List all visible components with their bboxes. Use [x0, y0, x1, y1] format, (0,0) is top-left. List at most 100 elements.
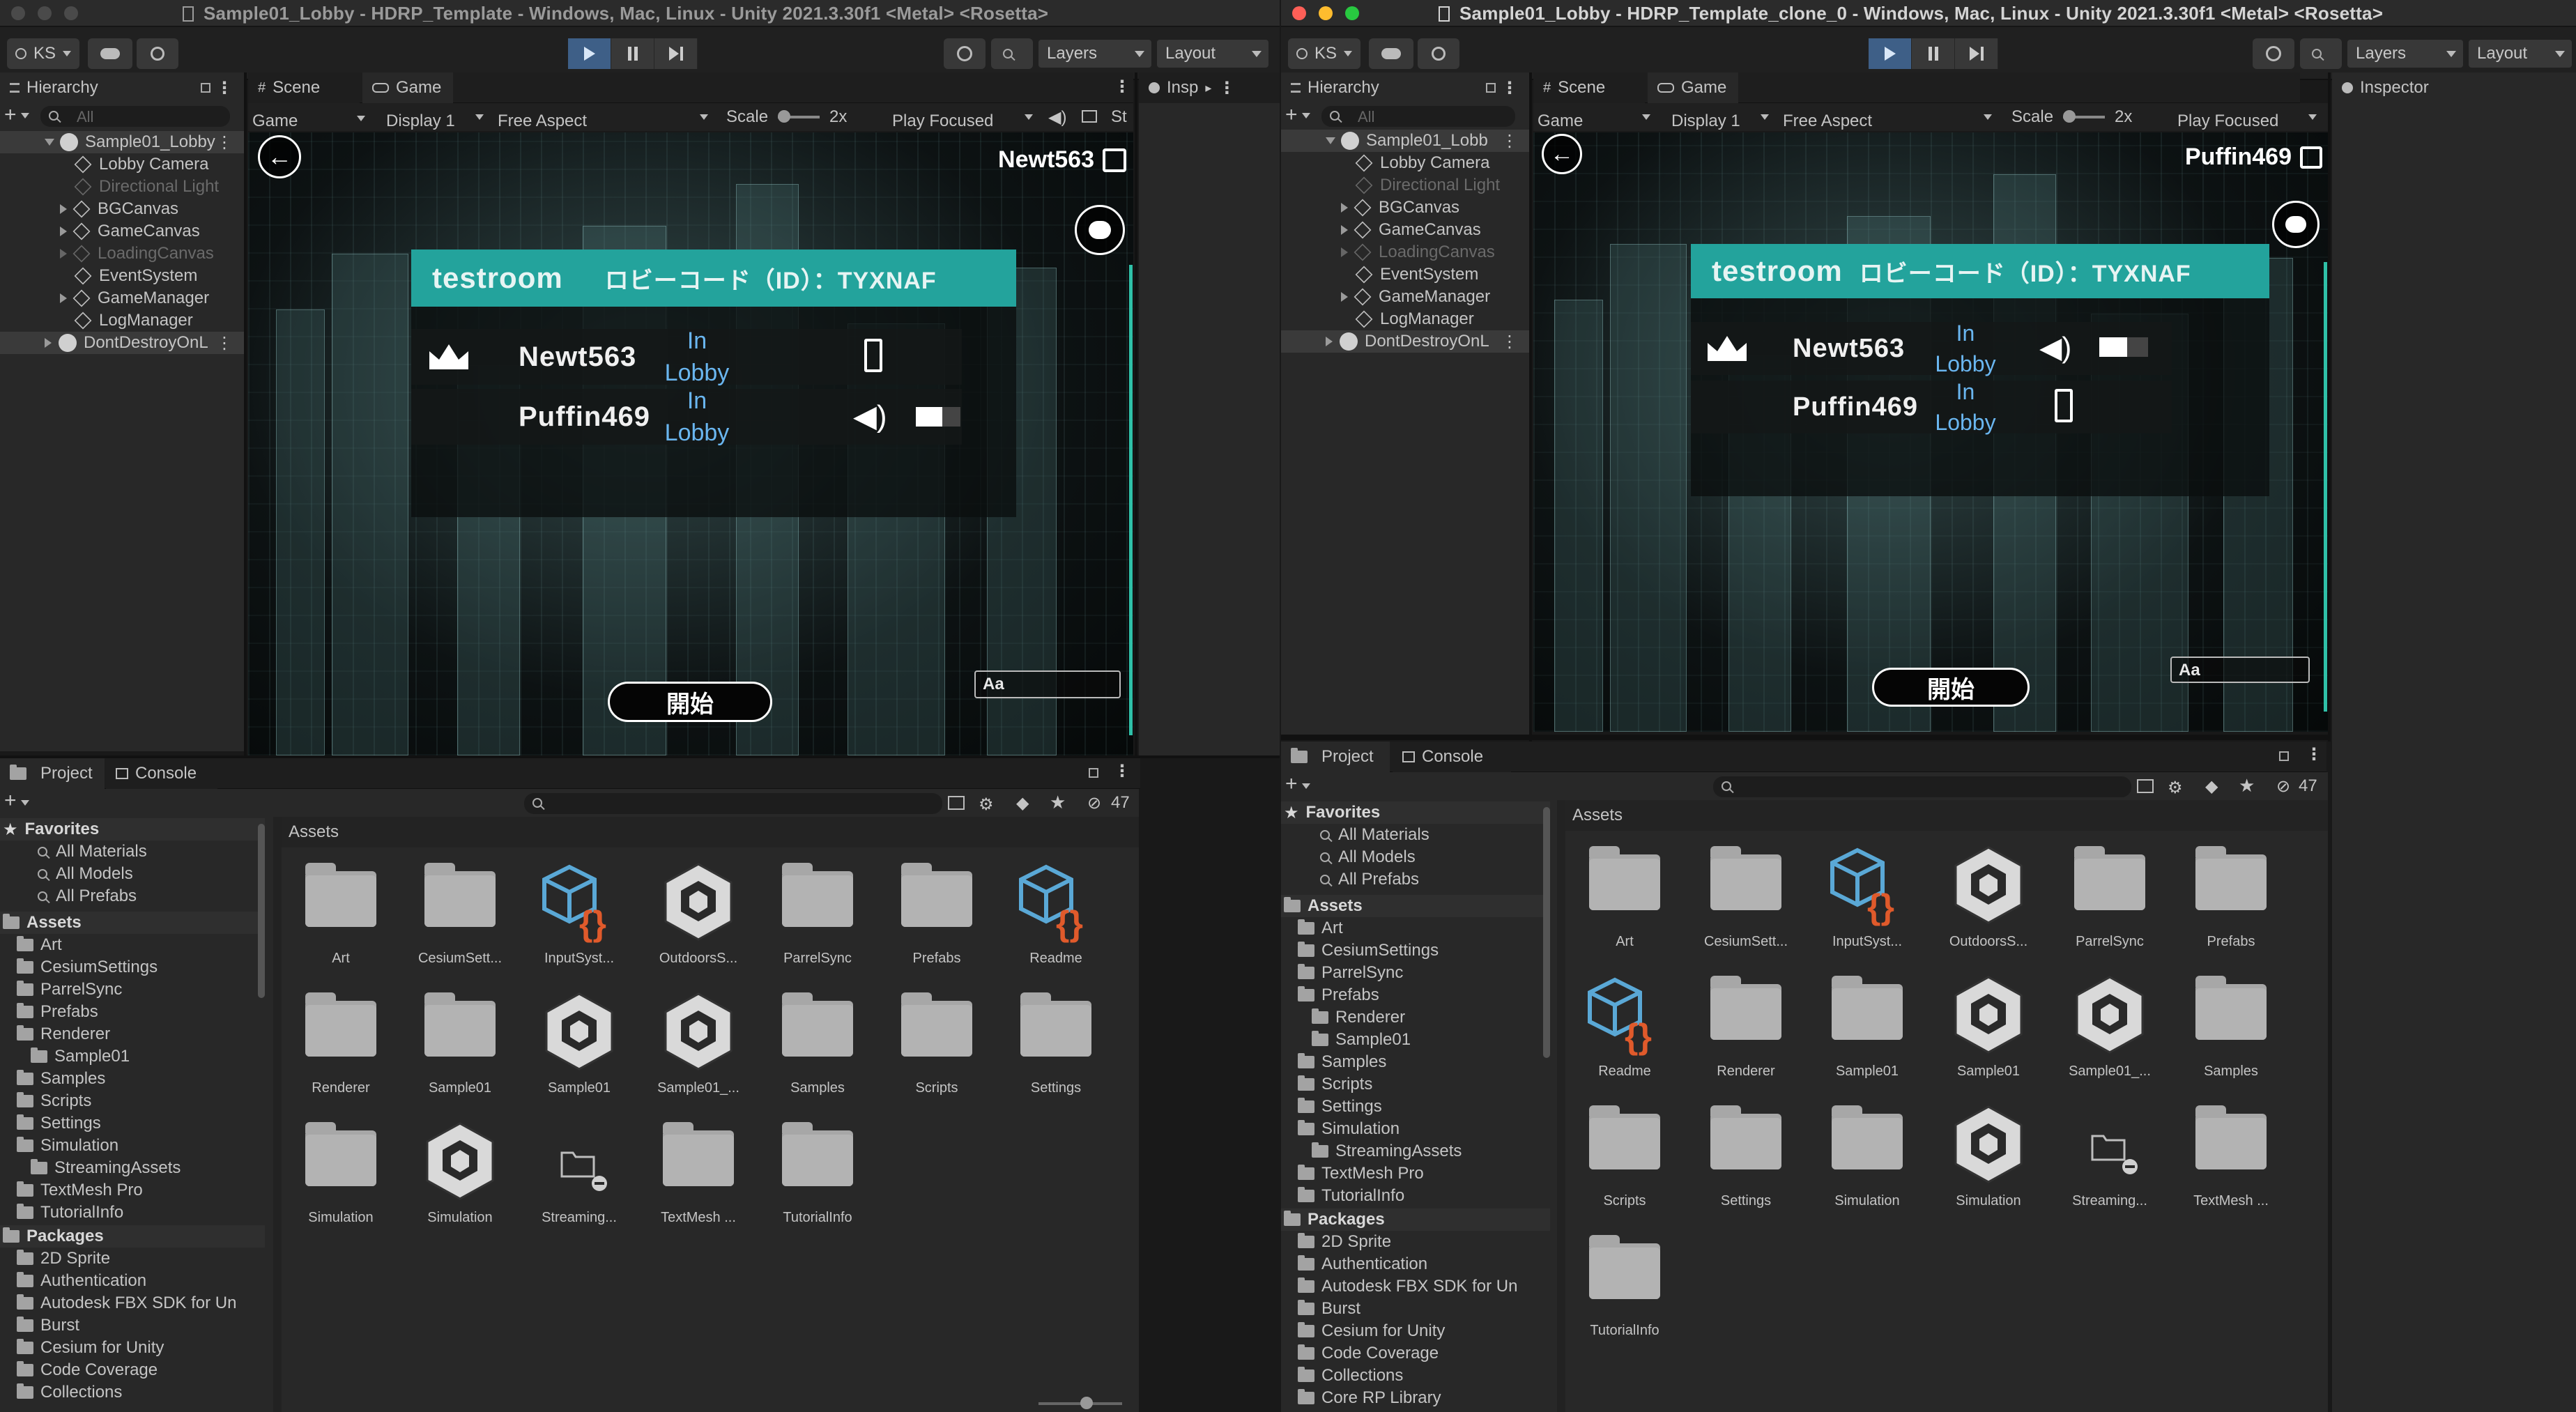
layers-dropdown[interactable]: Layers	[1038, 40, 1151, 68]
asset-item[interactable]: TextMesh ...	[2172, 1097, 2290, 1227]
tree-item[interactable]: Simulation	[0, 1135, 265, 1157]
tab-console[interactable]: Console	[106, 758, 217, 789]
layout-dropdown[interactable]: Layout	[1157, 40, 1268, 68]
chevron-down-icon[interactable]	[21, 800, 29, 806]
pause-button[interactable]	[611, 38, 654, 69]
hierarchy-scene-row[interactable]: Sample01_Lobby ⋮	[0, 131, 244, 153]
tree-item[interactable]: Collections	[0, 1381, 265, 1404]
asset-item[interactable]: Art	[1565, 838, 1684, 967]
label-icon[interactable]: ◆	[2205, 776, 2218, 797]
tree-item[interactable]: Simulation	[1281, 1118, 1550, 1140]
minimize-button[interactable]	[38, 6, 52, 20]
maximize-button[interactable]	[64, 6, 78, 20]
tree-item[interactable]: All Materials	[0, 841, 265, 863]
asset-item[interactable]: ParrelSync	[2050, 838, 2169, 967]
asset-item[interactable]: Simulation	[1929, 1097, 2048, 1227]
start-button[interactable]: 開始	[1872, 668, 2030, 707]
tree-item[interactable]: Authentication	[1281, 1253, 1550, 1275]
tree-item[interactable]: Burst	[1281, 1298, 1550, 1320]
back-button[interactable]: ←	[258, 135, 301, 178]
tree-scrollbar[interactable]	[258, 824, 265, 998]
volume-bar[interactable]	[2099, 337, 2148, 357]
hierarchy-item[interactable]: Lobby Camera	[1281, 152, 1529, 174]
hierarchy-item[interactable]: Lobby Camera	[0, 153, 244, 176]
pause-button[interactable]	[1912, 38, 1955, 69]
tree-item[interactable]: Renderer	[1281, 1006, 1550, 1029]
asset-item[interactable]: Scripts	[877, 984, 996, 1114]
more-menu-icon[interactable]: ⋮	[216, 78, 233, 98]
mute-audio-icon[interactable]: ◀)	[1048, 107, 1066, 128]
tree-item[interactable]: Code Coverage	[1281, 1342, 1550, 1365]
hierarchy-search-input[interactable]: All	[1321, 106, 1515, 127]
asset-item[interactable]: ParrelSync	[758, 854, 877, 984]
hierarchy-item[interactable]: LoadingCanvas	[1281, 241, 1529, 263]
asset-item[interactable]: TutorialInfo	[758, 1114, 877, 1243]
lock-icon[interactable]	[201, 83, 210, 93]
search-button[interactable]	[991, 38, 1033, 69]
hierarchy-dontdestroy-row[interactable]: DontDestroyOnL ⋮	[1281, 330, 1529, 353]
collab-button[interactable]	[137, 38, 178, 69]
expand-arrow-icon[interactable]	[60, 249, 67, 259]
asset-item[interactable]: CesiumSett...	[1687, 838, 1805, 967]
asset-item[interactable]: OutdoorsS...	[639, 854, 758, 984]
lock-icon[interactable]	[1486, 83, 1496, 93]
asset-item[interactable]: Streaming...	[520, 1114, 638, 1243]
maximize-button[interactable]	[1345, 6, 1359, 20]
search-button[interactable]	[2300, 38, 2342, 69]
chat-input[interactable]: Aa	[2170, 657, 2310, 683]
game-view[interactable]: ← Newt563 testroom ロビーコード（ID）：TYXNAF New…	[248, 132, 1133, 755]
hierarchy-item[interactable]: Directional Light	[1281, 174, 1529, 197]
more-menu-icon[interactable]: ⋮	[216, 333, 233, 353]
filter-icon[interactable]: ⚙	[2168, 778, 2183, 798]
layout-dropdown[interactable]: Layout	[2469, 40, 2572, 68]
start-button[interactable]: 開始	[608, 682, 772, 722]
expand-arrow-icon[interactable]	[45, 338, 52, 348]
asset-item[interactable]: Scripts	[1565, 1097, 1684, 1227]
game-view[interactable]: ← Puffin469 testroom ロビーコード（ID）：TYXNAF N…	[1533, 132, 2328, 732]
asset-item[interactable]: Samples	[2172, 967, 2290, 1097]
chevron-down-icon[interactable]	[1302, 783, 1310, 789]
tree-item[interactable]: Art	[1281, 917, 1550, 939]
tree-scrollbar[interactable]	[1543, 807, 1550, 1058]
more-menu-icon[interactable]: ⋮	[1501, 332, 1518, 352]
more-menu-icon[interactable]: ⋮	[1114, 77, 1130, 97]
star-icon[interactable]: ★	[2239, 775, 2255, 797]
collab-button[interactable]	[1418, 38, 1459, 69]
asset-item[interactable]: Samples	[758, 984, 877, 1114]
expand-arrow-icon[interactable]	[60, 204, 67, 214]
asset-item[interactable]: Sample01	[1808, 967, 1926, 1097]
expand-arrow-icon[interactable]	[45, 139, 54, 146]
asset-item[interactable]: Sample01	[1929, 967, 2048, 1097]
stats-button[interactable]: St	[1111, 107, 1127, 127]
more-menu-icon[interactable]: ⋮	[1501, 131, 1518, 151]
asset-item[interactable]: OutdoorsS...	[1929, 838, 2048, 967]
tab-hierarchy[interactable]: Hierarchy ⋮	[1281, 72, 1529, 103]
tree-item[interactable]: All Prefabs	[0, 885, 265, 907]
tree-item[interactable]: TutorialInfo	[1281, 1185, 1550, 1207]
tree-item[interactable]: Settings	[0, 1112, 265, 1135]
play-button[interactable]	[568, 38, 611, 69]
search-by-type-icon[interactable]	[948, 796, 965, 810]
play-button[interactable]	[1869, 38, 1912, 69]
asset-item[interactable]: Sample01_...	[639, 984, 758, 1114]
more-menu-icon[interactable]: ⋮	[2306, 744, 2322, 765]
project-search-input[interactable]	[1713, 776, 2131, 797]
tree-item[interactable]: All Materials	[1281, 824, 1550, 846]
hierarchy-item[interactable]: EventSystem	[1281, 263, 1529, 286]
tree-item[interactable]: Samples	[0, 1068, 265, 1090]
tree-item[interactable]: Samples	[1281, 1051, 1550, 1073]
search-by-type-icon[interactable]	[2137, 779, 2154, 793]
hierarchy-item[interactable]: GameCanvas	[1281, 219, 1529, 241]
asset-item[interactable]: Prefabs	[2172, 838, 2290, 967]
edit-icon[interactable]	[1103, 148, 1126, 172]
hierarchy-item[interactable]: Directional Light	[0, 176, 244, 198]
hierarchy-item[interactable]: GameCanvas	[0, 220, 244, 243]
hierarchy-scene-row[interactable]: Sample01_Lobb ⋮	[1281, 130, 1529, 152]
hidden-packages-icon[interactable]: ⊘	[1087, 793, 1101, 813]
account-dropdown[interactable]: KS	[7, 38, 79, 69]
more-menu-icon[interactable]: ⋮	[1114, 761, 1130, 781]
add-icon[interactable]: +	[1285, 772, 1298, 796]
asset-item[interactable]: Simulation	[401, 1114, 519, 1243]
hierarchy-item[interactable]: LogManager	[1281, 308, 1529, 330]
tree-item[interactable]: All Models	[0, 863, 265, 885]
